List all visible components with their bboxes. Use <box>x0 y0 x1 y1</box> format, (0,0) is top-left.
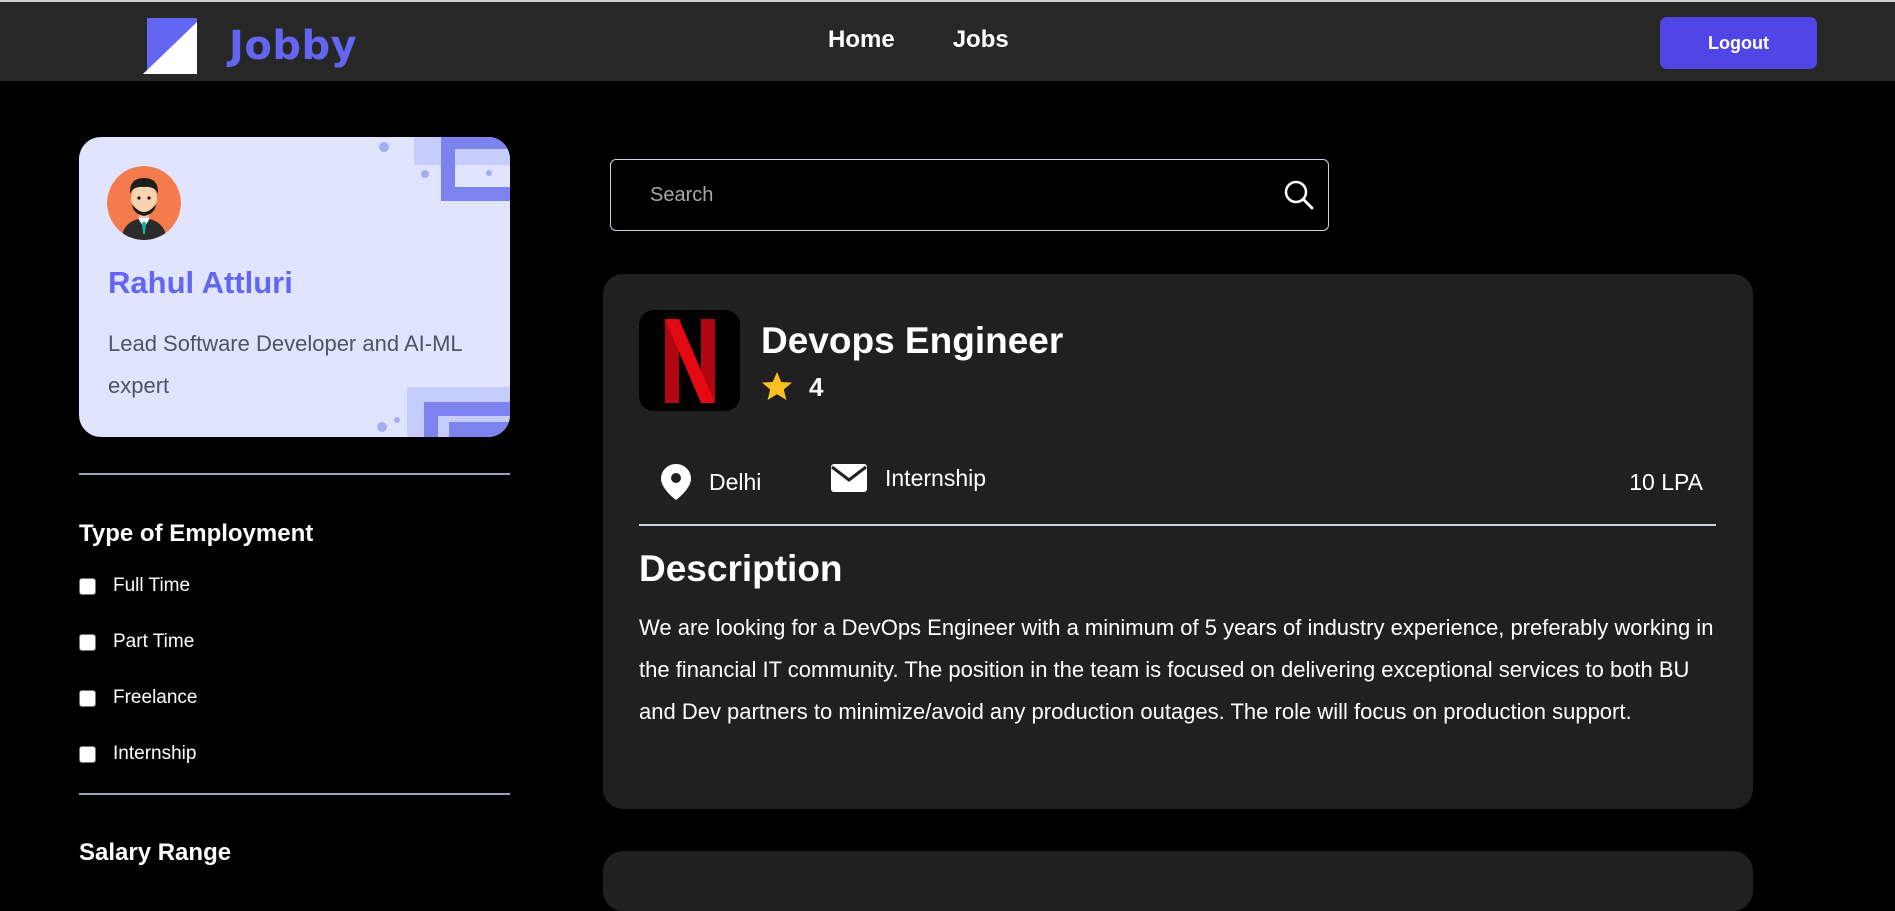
filter-part-time[interactable]: Part Time <box>79 631 194 653</box>
filter-label: Part Time <box>113 631 195 652</box>
job-location: Delhi <box>661 464 761 500</box>
nav-links: Home Jobs <box>828 26 1009 54</box>
divider <box>79 473 510 475</box>
brand-logo[interactable]: Jobby <box>143 18 357 74</box>
job-description: We are looking for a DevOps Engineer wit… <box>639 615 1714 724</box>
search-button[interactable] <box>1281 177 1317 213</box>
job-title: Devops Engineer <box>761 320 1064 361</box>
filter-freelance[interactable]: Freelance <box>79 687 198 709</box>
job-card[interactable] <box>603 851 1753 911</box>
filter-label: Full Time <box>113 575 191 596</box>
internship-checkbox[interactable] <box>79 745 96 763</box>
brand-name: Jobby <box>229 23 358 69</box>
location-text: Delhi <box>709 468 762 495</box>
full-time-checkbox[interactable] <box>79 577 96 595</box>
logout-button[interactable]: Logout <box>1660 17 1817 69</box>
divider <box>79 793 510 795</box>
location-pin-icon <box>661 464 691 500</box>
job-card[interactable]: Devops Engineer 4 Delhi Internship 10 LP… <box>603 274 1753 809</box>
filter-label: Freelance <box>113 687 198 708</box>
employment-type-text: Internship <box>885 464 987 491</box>
job-employment-type: Internship <box>831 464 986 492</box>
job-package: 10 LPA <box>1629 469 1703 495</box>
search-icon <box>1284 180 1314 210</box>
star-icon <box>762 372 792 400</box>
nav-home-link[interactable]: Home <box>828 26 895 54</box>
part-time-checkbox[interactable] <box>79 633 96 651</box>
profile-avatar-icon <box>107 166 181 240</box>
nav-jobs-link[interactable]: Jobs <box>953 26 1009 54</box>
navbar: Jobby Home Jobs Logout <box>0 0 1895 81</box>
employment-type-heading: Type of Employment <box>79 520 314 547</box>
profile-bio: Lead Software Developer and AI-ML expert <box>108 331 462 398</box>
jobby-logo-icon <box>143 18 197 74</box>
search-input[interactable] <box>612 161 1252 229</box>
job-divider <box>639 524 1716 526</box>
filter-internship[interactable]: Internship <box>79 743 196 765</box>
profile-name: Rahul Attluri <box>108 265 293 300</box>
avatar <box>107 166 181 240</box>
job-rating: 4 <box>761 371 823 403</box>
envelope-icon <box>831 464 867 492</box>
rating-value: 4 <box>809 371 824 402</box>
netflix-logo-icon <box>664 318 715 403</box>
company-logo <box>639 310 740 411</box>
description-heading: Description <box>639 548 843 589</box>
filter-label: Internship <box>113 743 197 764</box>
salary-range-heading: Salary Range <box>79 839 232 866</box>
profile-card: Rahul Attluri Lead Software Developer an… <box>79 137 510 437</box>
freelance-checkbox[interactable] <box>79 689 96 707</box>
filter-full-time[interactable]: Full Time <box>79 575 190 597</box>
search-bar <box>610 159 1329 231</box>
